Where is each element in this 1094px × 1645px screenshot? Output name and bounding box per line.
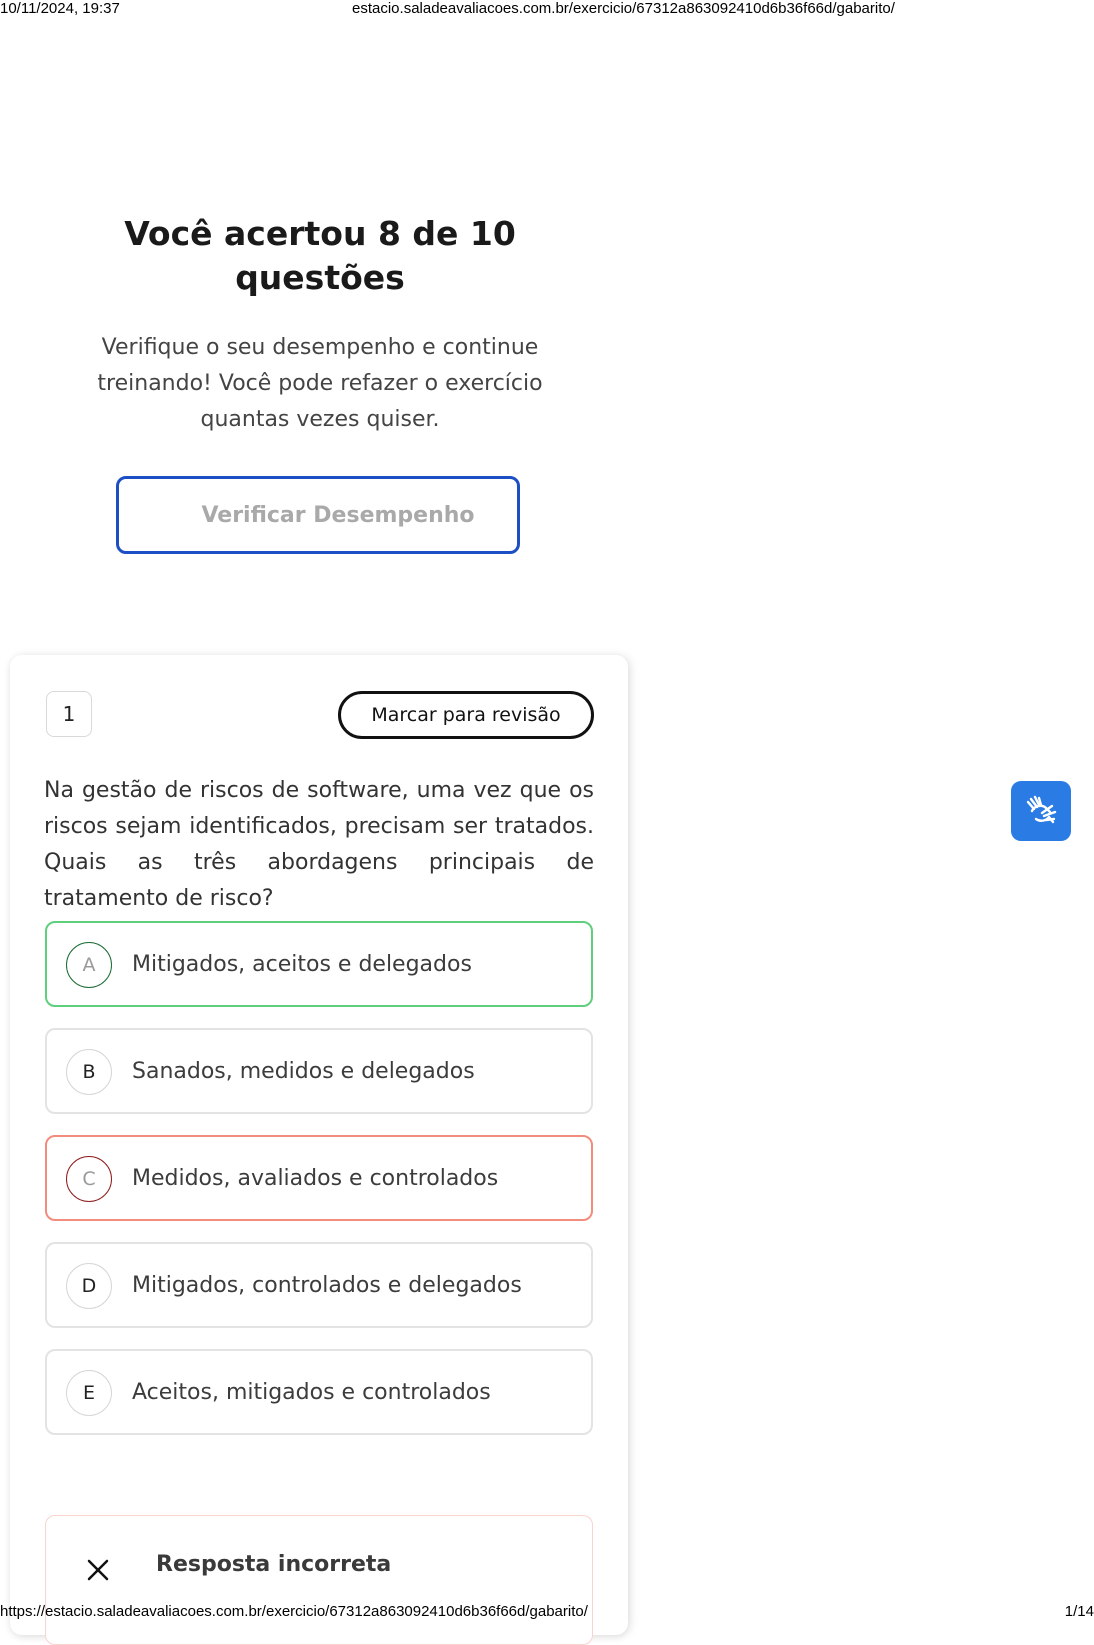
option-letter: B [66,1049,112,1095]
result-subtitle: Verifique o seu desempenho e continue tr… [97,335,543,432]
option-letter: D [66,1263,112,1309]
close-icon [87,1559,109,1581]
mark-for-review-button[interactable]: Marcar para revisão [338,691,594,739]
page-number: 1/14 [1064,1603,1094,1620]
print-header: 10/11/2024, 19:37 estacio.saladeavaliaco… [0,0,1094,18]
sign-language-icon [1026,795,1057,824]
option-c[interactable]: C Medidos, avaliados e controlados [45,1135,593,1221]
print-footer: https://estacio.saladeavaliacoes.com.br/… [0,1603,1094,1621]
option-e[interactable]: E Aceitos, mitigados e controlados [45,1349,593,1435]
option-text: Mitigados, aceitos e delegados [132,951,472,977]
feedback-title: Resposta incorreta [156,1552,392,1577]
question-card: 1 Marcar para revisão Na gestão de risco… [10,655,628,1645]
verify-performance-button[interactable]: Verificar Desempenho [116,476,520,554]
footer-url: https://estacio.saladeavaliacoes.com.br/… [0,1603,588,1620]
option-b[interactable]: B Sanados, medidos e delegados [45,1028,593,1114]
option-text: Aceitos, mitigados e controlados [132,1379,491,1405]
option-a[interactable]: A Mitigados, aceitos e delegados [45,921,593,1007]
result-title: Você acertou 8 de 10 questões [124,214,516,297]
option-text: Sanados, medidos e delegados [132,1058,475,1084]
option-letter: C [66,1156,112,1202]
option-letter: E [66,1370,112,1416]
print-datetime: 10/11/2024, 19:37 [0,0,120,17]
question-number: 1 [46,691,92,737]
option-letter: A [66,942,112,988]
option-d[interactable]: D Mitigados, controlados e delegados [45,1242,593,1328]
print-url: estacio.saladeavaliacoes.com.br/exercici… [352,0,895,17]
answer-feedback: Resposta incorreta [45,1515,593,1645]
option-text: Mitigados, controlados e delegados [132,1272,522,1298]
accessibility-button[interactable] [1011,781,1071,841]
question-text: Na gestão de riscos de software, uma vez… [44,778,594,911]
option-text: Medidos, avaliados e controlados [132,1165,499,1191]
